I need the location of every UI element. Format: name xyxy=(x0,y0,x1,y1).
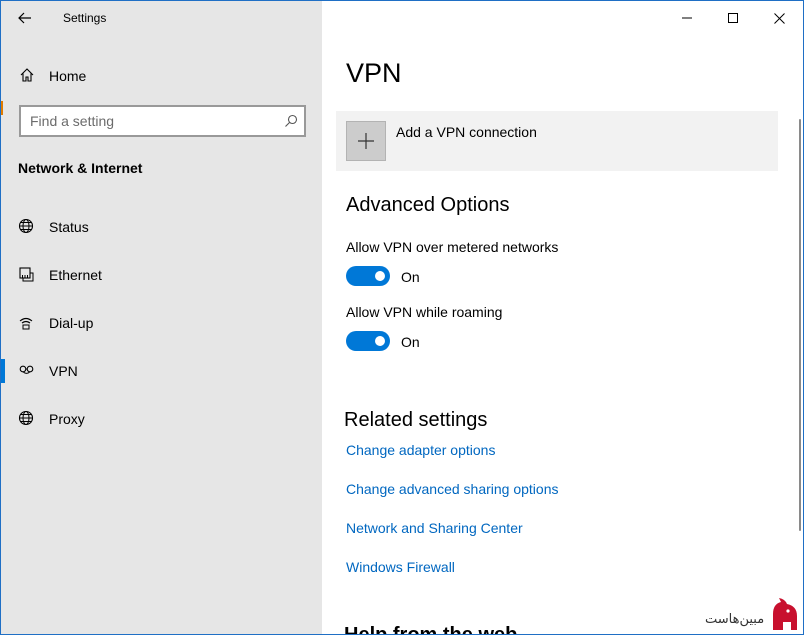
watermark-logo-icon xyxy=(773,598,797,630)
titlebar-left: Settings xyxy=(1,1,322,35)
sidebar-item-dialup[interactable]: Dial-up xyxy=(1,303,322,343)
close-icon xyxy=(773,12,785,24)
add-vpn-label: Add a VPN connection xyxy=(396,124,537,140)
advanced-options-heading: Advanced Options xyxy=(346,194,510,216)
search-input[interactable] xyxy=(21,107,276,135)
metered-setting-label: Allow VPN over metered networks xyxy=(346,239,559,255)
roaming-toggle-state: On xyxy=(401,334,420,350)
search-box[interactable] xyxy=(19,105,306,137)
sidebar: Settings Home Network & Internet Status xyxy=(1,1,322,634)
sidebar-item-proxy[interactable]: Proxy xyxy=(1,399,322,439)
back-arrow-icon xyxy=(18,12,31,24)
add-vpn-button[interactable]: Add a VPN connection xyxy=(336,111,778,171)
maximize-button[interactable] xyxy=(710,1,756,35)
home-icon xyxy=(20,68,34,82)
sidebar-item-label: Dial-up xyxy=(49,315,94,331)
network-sharing-center-link[interactable]: Network and Sharing Center xyxy=(346,520,523,536)
ethernet-icon xyxy=(19,267,34,282)
roaming-setting-label: Allow VPN while roaming xyxy=(346,304,503,320)
section-heading: Network & Internet xyxy=(18,160,143,176)
plus-icon xyxy=(358,133,374,149)
sidebar-item-label: Status xyxy=(49,219,89,235)
back-button[interactable] xyxy=(11,5,39,31)
settings-window: Settings Home Network & Internet Status xyxy=(0,0,804,635)
app-title: Settings xyxy=(63,11,107,25)
search-icon[interactable] xyxy=(284,114,298,128)
toggle-knob xyxy=(375,271,385,281)
watermark-text: مبین‌هاست xyxy=(705,612,765,627)
metered-toggle[interactable] xyxy=(346,266,390,286)
sidebar-item-status[interactable]: Status xyxy=(1,207,322,247)
sidebar-item-label: Ethernet xyxy=(49,267,102,283)
sidebar-item-vpn[interactable]: VPN xyxy=(1,351,322,391)
minimize-button[interactable] xyxy=(664,1,710,35)
close-button[interactable] xyxy=(756,1,802,35)
metered-toggle-state: On xyxy=(401,269,420,285)
change-adapter-options-link[interactable]: Change adapter options xyxy=(346,442,495,458)
page-title: VPN xyxy=(346,58,402,88)
toggle-knob xyxy=(375,336,385,346)
roaming-toggle[interactable] xyxy=(346,331,390,351)
sidebar-item-label: Proxy xyxy=(49,411,85,427)
sidebar-item-label: VPN xyxy=(49,363,78,379)
maximize-icon xyxy=(728,13,738,23)
vpn-icon xyxy=(19,365,34,374)
globe-status-icon xyxy=(18,218,34,234)
sidebar-item-label: Home xyxy=(49,68,87,84)
globe-icon xyxy=(18,410,34,426)
sidebar-item-ethernet[interactable]: Ethernet xyxy=(1,255,322,295)
sidebar-item-home[interactable]: Home xyxy=(1,59,322,91)
change-advanced-sharing-link[interactable]: Change advanced sharing options xyxy=(346,481,559,497)
dialup-icon xyxy=(19,317,33,330)
watermark: مبین‌هاست xyxy=(703,594,803,634)
main-panel: VPN Add a VPN connection Advanced Option… xyxy=(322,1,803,635)
help-from-web-heading: Help from the web xyxy=(344,624,518,635)
windows-firewall-link[interactable]: Windows Firewall xyxy=(346,559,455,575)
scrollbar[interactable] xyxy=(799,119,801,531)
selected-indicator xyxy=(1,359,5,383)
edge-accent xyxy=(1,101,3,115)
related-settings-heading: Related settings xyxy=(344,409,488,431)
add-icon-tile xyxy=(346,121,386,161)
minimize-icon xyxy=(682,17,692,19)
